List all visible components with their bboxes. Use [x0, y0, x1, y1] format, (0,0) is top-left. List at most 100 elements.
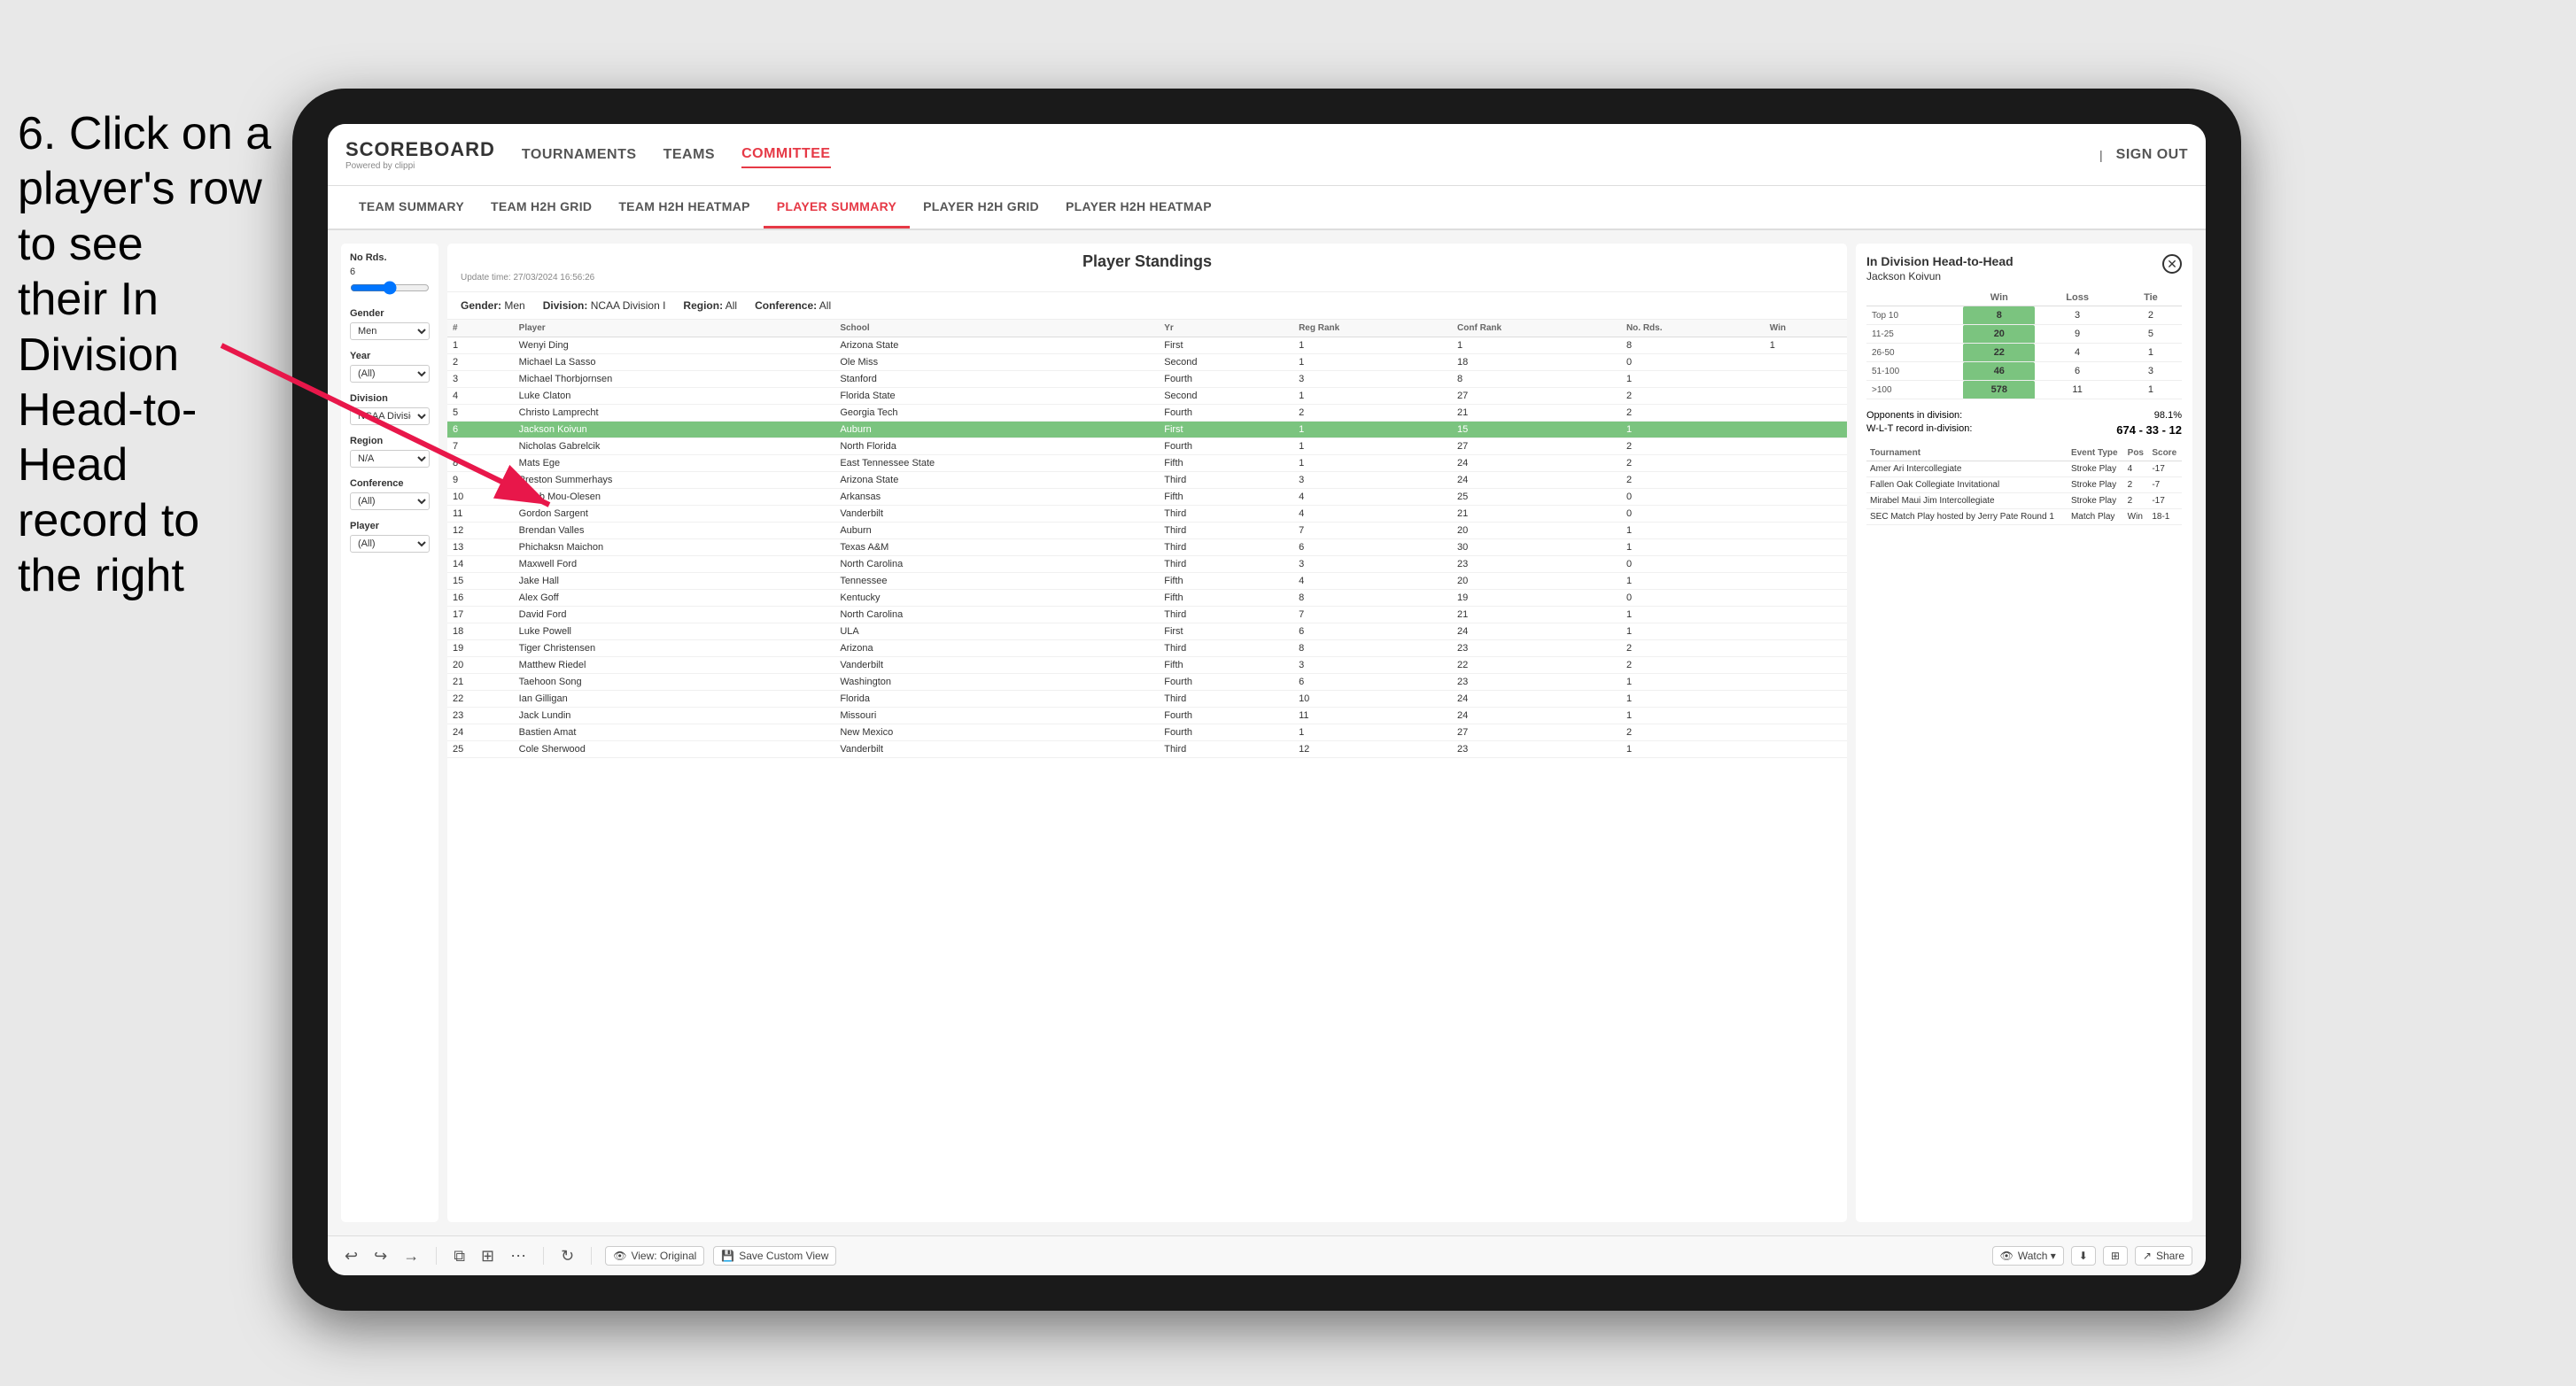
- table-row[interactable]: 15 Jake Hall Tennessee Fifth 4 20 1: [447, 573, 1847, 590]
- table-row[interactable]: 14 Maxwell Ford North Carolina Third 3 2…: [447, 556, 1847, 573]
- table-row[interactable]: 11 Gordon Sargent Vanderbilt Third 4 21 …: [447, 506, 1847, 523]
- save-icon: 💾: [721, 1250, 734, 1262]
- player-select[interactable]: (All): [350, 535, 430, 553]
- paste-button[interactable]: ⊞: [477, 1245, 498, 1267]
- undo-button[interactable]: ↩: [341, 1245, 361, 1267]
- table-row[interactable]: 24 Bastien Amat New Mexico Fourth 1 27 2: [447, 724, 1847, 741]
- cell-num: 18: [447, 623, 514, 640]
- cell-num: 14: [447, 556, 514, 573]
- table-row[interactable]: 16 Alex Goff Kentucky Fifth 8 19 0: [447, 590, 1847, 607]
- cell-player: Taehoon Song: [514, 674, 835, 691]
- cell-school: New Mexico: [834, 724, 1159, 741]
- sub-nav-player-summary[interactable]: PLAYER SUMMARY: [764, 186, 910, 228]
- filter-region-display: Region: All: [683, 299, 737, 312]
- cell-yr: First: [1159, 623, 1293, 640]
- h2h-opponents-label: Opponents in division:: [1866, 410, 1962, 421]
- cell-num: 17: [447, 607, 514, 623]
- sub-nav-team-h2h-grid[interactable]: TEAM H2H GRID: [477, 186, 605, 228]
- share-button[interactable]: ↗ Share: [2135, 1246, 2192, 1266]
- nav-teams[interactable]: TEAMS: [663, 143, 716, 167]
- h2h-panel: In Division Head-to-Head Jackson Koivun …: [1856, 244, 2192, 1222]
- forward-button[interactable]: →: [400, 1245, 423, 1267]
- sub-nav-player-h2h-heatmap[interactable]: PLAYER H2H HEATMAP: [1052, 186, 1225, 228]
- cell-yr: First: [1159, 337, 1293, 354]
- table-row[interactable]: 13 Phichaksn Maichon Texas A&M Third 6 3…: [447, 539, 1847, 556]
- table-row[interactable]: 8 Mats Ege East Tennessee State Fifth 1 …: [447, 455, 1847, 472]
- cell-win: [1765, 438, 1847, 455]
- gender-select[interactable]: Men: [350, 322, 430, 340]
- cell-yr: Second: [1159, 354, 1293, 371]
- cell-yr: Third: [1159, 523, 1293, 539]
- table-row[interactable]: 10 Jacob Mou-Olesen Arkansas Fifth 4 25 …: [447, 489, 1847, 506]
- logo-powered: Powered by clippi: [345, 161, 495, 171]
- table-row[interactable]: 1 Wenyi Ding Arizona State First 1 1 8 1: [447, 337, 1847, 354]
- table-row[interactable]: 17 David Ford North Carolina Third 7 21 …: [447, 607, 1847, 623]
- sign-out-button[interactable]: Sign out: [2116, 143, 2188, 167]
- table-row[interactable]: 6 Jackson Koivun Auburn First 1 15 1: [447, 422, 1847, 438]
- sub-nav: TEAM SUMMARY TEAM H2H GRID TEAM H2H HEAT…: [328, 186, 2206, 230]
- cell-conf: 23: [1452, 674, 1621, 691]
- cell-conf: 20: [1452, 523, 1621, 539]
- table-row[interactable]: 9 Preston Summerhays Arizona State Third…: [447, 472, 1847, 489]
- cell-win: [1765, 556, 1847, 573]
- more-button[interactable]: ⋯: [507, 1245, 530, 1267]
- view-original-button[interactable]: 👁 View: Original: [605, 1246, 704, 1266]
- h2h-tie-cell: 5: [2120, 325, 2182, 344]
- table-row[interactable]: 2 Michael La Sasso Ole Miss Second 1 18 …: [447, 354, 1847, 371]
- sub-nav-player-h2h-grid[interactable]: PLAYER H2H GRID: [910, 186, 1052, 228]
- no-rds-slider[interactable]: [350, 281, 430, 295]
- nav-tournaments[interactable]: TOURNAMENTS: [522, 143, 637, 167]
- col-win: Win: [1765, 320, 1847, 337]
- table-row[interactable]: 3 Michael Thorbjornsen Stanford Fourth 3…: [447, 371, 1847, 388]
- cell-rds: 1: [1621, 623, 1765, 640]
- cell-conf: 19: [1452, 590, 1621, 607]
- cell-rds: 8: [1621, 337, 1765, 354]
- h2h-loss-cell: 4: [2035, 344, 2119, 362]
- refresh-button[interactable]: ↻: [557, 1245, 578, 1267]
- table-row[interactable]: 5 Christo Lamprecht Georgia Tech Fourth …: [447, 405, 1847, 422]
- nav-items: TOURNAMENTS TEAMS COMMITTEE: [522, 142, 2099, 168]
- table-row[interactable]: 25 Cole Sherwood Vanderbilt Third 12 23 …: [447, 741, 1847, 758]
- cell-player: Michael La Sasso: [514, 354, 835, 371]
- sub-nav-team-h2h-heatmap[interactable]: TEAM H2H HEATMAP: [605, 186, 763, 228]
- watch-button[interactable]: 👁 Watch ▾: [1992, 1246, 2064, 1266]
- table-row[interactable]: 20 Matthew Riedel Vanderbilt Fifth 3 22 …: [447, 657, 1847, 674]
- year-select[interactable]: (All): [350, 365, 430, 383]
- nav-committee[interactable]: COMMITTEE: [741, 142, 831, 168]
- filter-division: Division NCAA Division I: [350, 393, 430, 425]
- region-select[interactable]: N/A: [350, 450, 430, 468]
- grid-button[interactable]: ⊞: [2103, 1246, 2128, 1266]
- export-button[interactable]: ⬇: [2071, 1246, 2096, 1266]
- cell-reg: 4: [1293, 506, 1452, 523]
- toolbar-divider-1: [436, 1247, 437, 1265]
- table-row[interactable]: 21 Taehoon Song Washington Fourth 6 23 1: [447, 674, 1847, 691]
- division-select[interactable]: NCAA Division I: [350, 407, 430, 425]
- cell-conf: 24: [1452, 691, 1621, 708]
- table-row[interactable]: 18 Luke Powell ULA First 6 24 1: [447, 623, 1847, 640]
- h2h-col-win: Win: [1963, 290, 2035, 306]
- cell-rds: 2: [1621, 455, 1765, 472]
- table-row[interactable]: 12 Brendan Valles Auburn Third 7 20 1: [447, 523, 1847, 539]
- h2h-range-label: 51-100: [1866, 362, 1963, 381]
- region-label: Region: [350, 436, 430, 446]
- standings-filters: Gender: Men Division: NCAA Division I Re…: [447, 292, 1847, 320]
- logo-scoreboard: SCOREBOARD: [345, 138, 495, 160]
- table-row[interactable]: 4 Luke Claton Florida State Second 1 27 …: [447, 388, 1847, 405]
- table-row[interactable]: 23 Jack Lundin Missouri Fourth 11 24 1: [447, 708, 1847, 724]
- conference-select[interactable]: (All): [350, 492, 430, 510]
- cell-rds: 1: [1621, 573, 1765, 590]
- table-row[interactable]: 19 Tiger Christensen Arizona Third 8 23 …: [447, 640, 1847, 657]
- sub-nav-team-summary[interactable]: TEAM SUMMARY: [345, 186, 477, 228]
- cell-rds: 2: [1621, 472, 1765, 489]
- table-row[interactable]: 7 Nicholas Gabrelcik North Florida Fourt…: [447, 438, 1847, 455]
- save-custom-button[interactable]: 💾 Save Custom View: [713, 1246, 836, 1266]
- h2h-close-button[interactable]: ✕: [2162, 254, 2182, 274]
- cell-school: Auburn: [834, 523, 1159, 539]
- cell-school: Texas A&M: [834, 539, 1159, 556]
- cell-school: Florida: [834, 691, 1159, 708]
- table-row[interactable]: 22 Ian Gilligan Florida Third 10 24 1: [447, 691, 1847, 708]
- redo-button[interactable]: ↪: [370, 1245, 391, 1267]
- copy-button[interactable]: ⧉: [450, 1245, 469, 1267]
- h2h-player-name: Jackson Koivun: [1866, 270, 2013, 283]
- h2h-win-cell: 578: [1963, 381, 2035, 399]
